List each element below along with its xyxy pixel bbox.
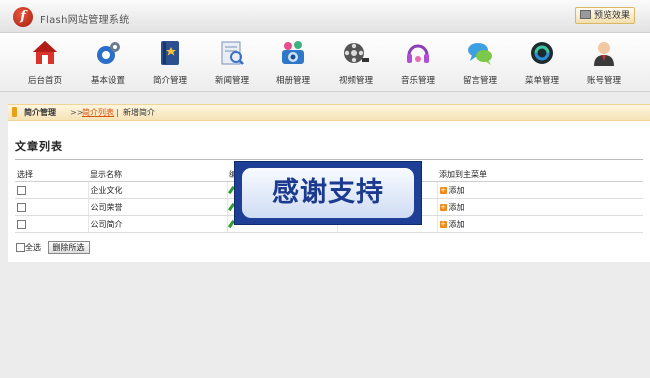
toolbar-item-label: 音乐管理 (400, 76, 435, 86)
select-all-label: 全选 (25, 243, 41, 252)
news-icon (218, 39, 246, 67)
row-checkbox[interactable] (17, 185, 26, 195)
edit-icon[interactable] (227, 219, 235, 229)
toolbar-item-label: 视频管理 (338, 76, 373, 86)
plus-icon: + (439, 185, 447, 194)
select-all-checkbox[interactable] (16, 243, 25, 252)
add-to-menu-cell[interactable]: + 添加 (437, 198, 643, 216)
breadcrumb: 简介管理 >> 简介列表 | 新增简介 (8, 104, 650, 121)
menu-icon (528, 39, 556, 67)
main-toolbar: 后台首页 基本设置 简介管理 新闻管理 相册管理 视频管理 音乐管理 留言管理 … (0, 33, 650, 92)
add-to-menu-link[interactable]: 添加 (449, 220, 465, 229)
toolbar-item-music[interactable]: 音乐管理 (387, 39, 449, 89)
breadcrumb-divider: | (116, 108, 119, 117)
user-icon (590, 39, 618, 67)
toolbar-item-label: 相册管理 (275, 76, 310, 86)
toolbar-item-video[interactable]: 视频管理 (325, 39, 387, 89)
toolbar-item-settings[interactable]: 基本设置 (77, 39, 139, 89)
title-divider (15, 159, 643, 160)
toolbar-item-album[interactable]: 相册管理 (262, 39, 324, 89)
toolbar-item-label: 基本设置 (90, 76, 125, 86)
monitor-icon (579, 10, 591, 19)
toolbar-item-menu[interactable]: 菜单管理 (511, 39, 573, 89)
row-name: 公司荣誉 (88, 198, 228, 216)
toolbar-item-label: 简介管理 (152, 76, 187, 86)
thanks-overlay-text: 感谢支持 (242, 168, 414, 218)
row-checkbox[interactable] (17, 219, 26, 229)
app-title: Flash网站管理系统 (40, 15, 130, 26)
breadcrumb-current-link[interactable]: 简介列表 (82, 105, 114, 120)
column-header: 显示名称 (88, 167, 227, 182)
column-header: 添加到主菜单 (437, 167, 643, 182)
add-to-menu-cell[interactable]: + 添加 (437, 181, 643, 199)
home-icon (31, 39, 59, 67)
row-name: 企业文化 (88, 181, 228, 199)
toolbar-item-messages[interactable]: 留言管理 (449, 39, 511, 89)
toolbar-item-label: 菜单管理 (524, 76, 559, 86)
toolbar-item-intro[interactable]: 简介管理 (139, 39, 201, 89)
preview-label: 预览效果 (593, 11, 630, 21)
gear-icon (94, 39, 122, 67)
music-icon (404, 39, 432, 67)
film-reel-icon (342, 39, 370, 67)
delete-selected-button[interactable]: 删除所选 (47, 241, 90, 254)
toolbar-item-account[interactable]: 账号管理 (573, 39, 635, 89)
page-title: 文章列表 (15, 140, 63, 153)
breadcrumb-section: 简介管理 (24, 108, 56, 117)
toolbar-item-home[interactable]: 后台首页 (14, 39, 76, 89)
bulk-actions: 全选 删除所选 (16, 241, 90, 254)
chat-bubble-icon (466, 39, 494, 67)
app-header: f Flash网站管理系统 预览效果 (0, 0, 650, 33)
camera-icon (279, 39, 307, 67)
plus-icon: + (439, 202, 447, 211)
row-checkbox[interactable] (17, 202, 26, 212)
toolbar-item-label: 留言管理 (462, 76, 497, 86)
add-to-menu-link[interactable]: 添加 (449, 203, 465, 212)
flash-logo-icon: f (13, 7, 33, 27)
toolbar-item-label: 账号管理 (586, 76, 621, 86)
add-to-menu-cell[interactable]: + 添加 (437, 215, 643, 233)
thanks-overlay: 感谢支持 (235, 162, 421, 224)
row-name: 公司简介 (88, 215, 228, 233)
column-header: 选择 (15, 167, 88, 182)
edit-icon[interactable] (227, 185, 235, 195)
toolbar-item-label: 新闻管理 (214, 76, 249, 86)
book-icon (156, 39, 184, 67)
add-to-menu-link[interactable]: 添加 (449, 186, 465, 195)
add-intro-link[interactable]: 新增简介 (123, 105, 155, 120)
plus-icon: + (439, 219, 447, 228)
edit-icon[interactable] (227, 202, 235, 212)
toolbar-item-news[interactable]: 新闻管理 (201, 39, 263, 89)
preview-button[interactable]: 预览效果 (575, 7, 635, 24)
toolbar-item-label: 后台首页 (27, 76, 62, 86)
pencil-icon (12, 107, 17, 117)
